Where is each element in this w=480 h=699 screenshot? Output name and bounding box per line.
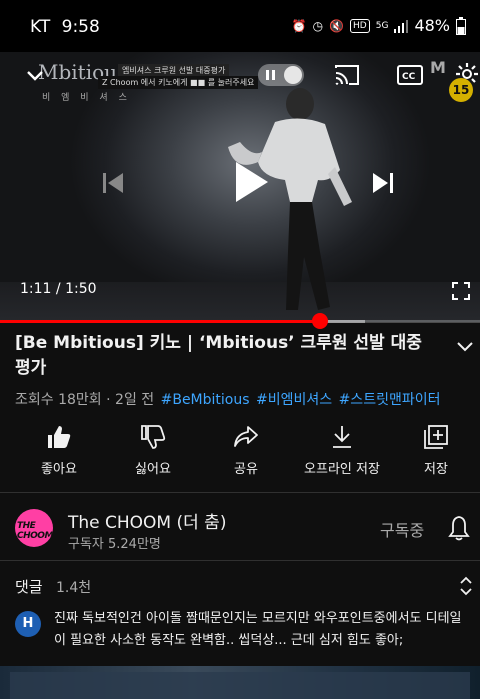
signal-icon	[394, 19, 409, 33]
seek-bar[interactable]	[0, 313, 480, 329]
mnet-watermark-icon: M	[430, 58, 446, 77]
status-bar: KT 9:58 ⏰ ◷ 🔇 HD 5G 48%	[0, 0, 480, 52]
playback-time: 1:11 / 1:50	[20, 281, 97, 297]
share-icon	[234, 426, 258, 447]
comments-count: 1.4천	[56, 580, 92, 596]
logo-subtitle: 비 엠 비 셔 스	[42, 93, 131, 103]
fullscreen-icon[interactable]	[452, 282, 470, 300]
view-count: 조회수 18만회	[15, 392, 102, 408]
battery-icon	[456, 16, 466, 35]
divider	[0, 560, 480, 561]
status-icons: ⏰ ◷ 🔇 HD 5G 48%	[292, 16, 466, 35]
svg-text:CC: CC	[402, 72, 416, 82]
broadcast-caption-bottom: Z Choom 에서 키노에게 ■■ 를 눌러주세요	[98, 76, 259, 89]
save-button[interactable]: 저장	[388, 424, 480, 477]
hashtag-link[interactable]: #BeMbitious	[161, 392, 250, 408]
video-player[interactable]: Mbitious 비 엠 비 셔 스 엠비셔스 크루원 선발 대중평가 Z Ch…	[0, 52, 480, 322]
hd-icon: HD	[350, 18, 370, 33]
save-playlist-icon	[424, 425, 448, 449]
hashtag-link[interactable]: #스트릿맨파이터	[339, 392, 441, 408]
captions-icon[interactable]: CC	[397, 64, 423, 86]
next-icon[interactable]	[370, 170, 396, 196]
cast-icon[interactable]	[334, 64, 360, 86]
play-icon[interactable]	[232, 160, 272, 204]
notification-bell-icon[interactable]	[448, 515, 470, 541]
like-button[interactable]: 좋아요	[11, 424, 107, 477]
hashtag-link[interactable]: #비엠비셔스	[256, 392, 332, 408]
age-rating-15-icon: 15	[449, 78, 473, 102]
video-title[interactable]: [Be Mbitious] 키노 | ‘Mbitious’ 크루원 선발 대중 …	[15, 331, 435, 381]
seek-bar-progress	[0, 320, 321, 323]
channel-name[interactable]: The CHOOM (더 춤)	[68, 508, 226, 533]
minimize-chevron-icon[interactable]	[24, 64, 46, 86]
download-button[interactable]: 오프라인 저장	[294, 424, 390, 477]
divider	[0, 492, 480, 493]
autoplay-pause-icon	[266, 70, 275, 80]
expand-description-chevron-icon[interactable]	[455, 336, 475, 356]
next-video-thumbnail[interactable]	[0, 666, 480, 699]
clock-icon: ◷	[312, 18, 324, 33]
mute-icon: 🔇	[329, 18, 345, 33]
seek-bar-scrubber[interactable]	[312, 313, 329, 329]
download-icon	[333, 426, 351, 448]
action-bar: 좋아요 싫어요 공유 오프라인 저장 저장	[0, 424, 480, 484]
thumbs-down-icon	[141, 425, 166, 449]
subscriber-count: 구독자 5.24만명	[68, 537, 161, 552]
comments-header[interactable]: 댓글	[15, 576, 43, 597]
alarm-icon: ⏰	[291, 18, 307, 33]
subscribed-button[interactable]: 구독중	[380, 517, 424, 541]
status-carrier-time: KT 9:58	[30, 17, 100, 37]
battery-percent: 48%	[414, 16, 450, 35]
upload-age: 2일 전	[115, 392, 155, 408]
autoplay-knob	[284, 66, 302, 84]
thumbs-up-icon	[48, 426, 71, 448]
top-comment-text[interactable]: 진짜 독보적인건 아이돌 짬때문인지는 모르지만 와우포인트중에서도 디테일이 …	[54, 608, 466, 652]
autoplay-toggle[interactable]	[258, 64, 304, 86]
channel-avatar[interactable]: THE CHOOM	[15, 509, 53, 547]
video-metadata: 조회수 18만회 · 2일 전 #BeMbitious #비엠비셔스 #스트릿맨…	[15, 392, 441, 408]
thumbnail-preview	[10, 672, 470, 699]
previous-icon[interactable]	[100, 170, 126, 196]
share-button[interactable]: 공유	[198, 424, 294, 477]
expand-comments-icon[interactable]	[459, 576, 473, 596]
network-5g-icon: 5G	[375, 20, 389, 31]
dislike-button[interactable]: 싫어요	[105, 424, 201, 477]
comment-author-avatar[interactable]: H	[15, 611, 41, 637]
